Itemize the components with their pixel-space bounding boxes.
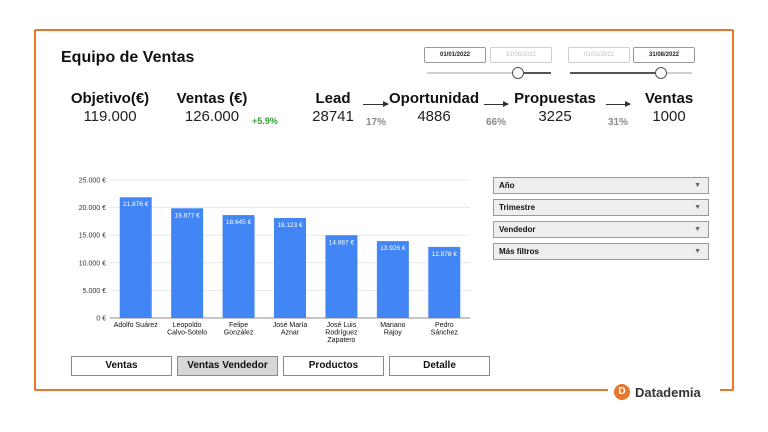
- filter-quarter[interactable]: Trimestre ▼: [493, 199, 709, 216]
- tab-detalle[interactable]: Detalle: [389, 356, 490, 376]
- y-tick-label: 5.000 €: [83, 288, 106, 295]
- date-range-1-end[interactable]: 31/08/2022: [490, 47, 552, 63]
- filter-year-label: Año: [499, 181, 515, 190]
- bar-data-label: 19.877 €: [174, 212, 200, 219]
- funnel-conv-2: 66%: [486, 117, 507, 128]
- funnel-lead: Lead 28741: [306, 90, 360, 125]
- page-title: Equipo de Ventas: [61, 49, 195, 66]
- funnel-conv-1: 17%: [366, 117, 387, 128]
- kpi-ventas: Ventas (€) 126.000: [170, 90, 254, 125]
- kpi-objetivo-label: Objetivo(€): [70, 90, 150, 107]
- tab-ventas[interactable]: Ventas: [71, 356, 172, 376]
- date-slider-2-fill: [570, 72, 660, 74]
- filter-seller[interactable]: Vendedor ▼: [493, 221, 709, 238]
- bar-data-label: 14.987 €: [329, 239, 355, 246]
- x-tick-label: José María: [273, 322, 308, 329]
- bar-data-label: 13.926 €: [380, 245, 406, 252]
- tab-ventas-vendedor[interactable]: Ventas Vendedor: [177, 356, 278, 376]
- bar: [325, 235, 358, 318]
- y-tick-label: 15.000 €: [79, 233, 106, 240]
- x-tick-label: Mariano: [380, 322, 405, 329]
- filter-more-label: Más filtros: [499, 247, 540, 256]
- kpi-ventas-label: Ventas (€): [176, 90, 248, 107]
- x-tick-label: Calvo-Sotelo: [167, 330, 207, 337]
- funnel-conv-3: 31%: [608, 117, 629, 128]
- kpi-ventas-delta: +5.9%: [252, 116, 278, 126]
- bar: [274, 217, 306, 318]
- bar-data-label: 18.645 €: [226, 219, 252, 226]
- x-tick-label: Rodríguez: [325, 330, 358, 337]
- filter-more[interactable]: Más filtros ▼: [493, 243, 709, 260]
- caret-down-icon: ▼: [694, 226, 701, 233]
- kpi-objetivo-value: 119.000: [83, 108, 137, 125]
- kpi-objetivo: Objetivo(€) 119.000: [64, 90, 156, 125]
- filter-year[interactable]: Año ▼: [493, 177, 709, 194]
- bar-data-label: 18.123 €: [277, 222, 303, 229]
- date-range-2-start[interactable]: 01/01/2022: [568, 47, 630, 63]
- x-tick-label: Sánchez: [431, 330, 459, 337]
- x-tick-label: Zapatero: [327, 337, 355, 344]
- x-tick-label: Aznar: [281, 330, 300, 337]
- funnel-arrow-2: [484, 101, 509, 107]
- date-range-1-start[interactable]: 01/01/2022: [424, 47, 486, 63]
- y-tick-label: 0 €: [96, 316, 106, 323]
- x-tick-label: Felipe: [229, 322, 248, 329]
- x-tick-label: Rajoy: [384, 330, 402, 337]
- funnel-ventas: Ventas 1000: [638, 90, 700, 125]
- filter-seller-label: Vendedor: [499, 225, 536, 234]
- brand: D Datademia: [608, 381, 720, 403]
- x-tick-label: José Luis: [327, 322, 357, 329]
- funnel-oportunidad: Oportunidad 4886: [389, 90, 479, 125]
- funnel-arrow-1: [363, 101, 389, 107]
- caret-down-icon: ▼: [694, 182, 701, 189]
- funnel-ventas-value: 1000: [652, 108, 686, 125]
- x-tick-label: Adolfo Suárez: [114, 322, 158, 329]
- y-tick-label: 10.000 €: [79, 260, 106, 267]
- funnel-ventas-label: Ventas: [644, 90, 694, 107]
- date-range-2-end[interactable]: 31/08/2022: [633, 47, 695, 63]
- funnel-propuestas-label: Propuestas: [514, 90, 596, 107]
- bar: [171, 208, 204, 318]
- funnel-lead-label: Lead: [315, 90, 351, 107]
- caret-down-icon: ▼: [694, 248, 701, 255]
- sales-by-seller-chart: 0 € 5.000 € 10.000 € 15.000 € 20.000 € 25.000…: [79, 178, 470, 344]
- y-tick-label: 20.000 €: [79, 205, 106, 212]
- y-tick-label: 25.000 €: [79, 178, 106, 185]
- bar: [376, 241, 409, 318]
- x-tick-label: Pedro: [435, 322, 454, 329]
- kpi-ventas-value: 126.000: [184, 108, 240, 125]
- x-tick-label: Leopoldo: [173, 322, 202, 329]
- brand-name: Datademia: [635, 384, 701, 400]
- x-tick-label: González: [224, 330, 254, 337]
- date-slider-1-handle[interactable]: [512, 67, 524, 79]
- bar-data-label: 21.876 €: [123, 201, 149, 208]
- funnel-lead-value: 28741: [312, 108, 354, 125]
- funnel-arrow-3: [606, 101, 631, 107]
- bar: [222, 215, 255, 318]
- bar: [119, 197, 152, 318]
- funnel-propuestas: Propuestas 3225: [512, 90, 598, 125]
- bar-data-label: 12.878 €: [432, 251, 458, 258]
- filter-quarter-label: Trimestre: [499, 203, 536, 212]
- brand-logo: D: [614, 384, 630, 400]
- caret-down-icon: ▼: [694, 204, 701, 211]
- tab-productos[interactable]: Productos: [283, 356, 384, 376]
- date-slider-2-handle[interactable]: [655, 67, 667, 79]
- funnel-propuestas-value: 3225: [538, 108, 572, 125]
- funnel-oportunidad-label: Oportunidad: [389, 90, 479, 107]
- funnel-oportunidad-value: 4886: [417, 108, 451, 125]
